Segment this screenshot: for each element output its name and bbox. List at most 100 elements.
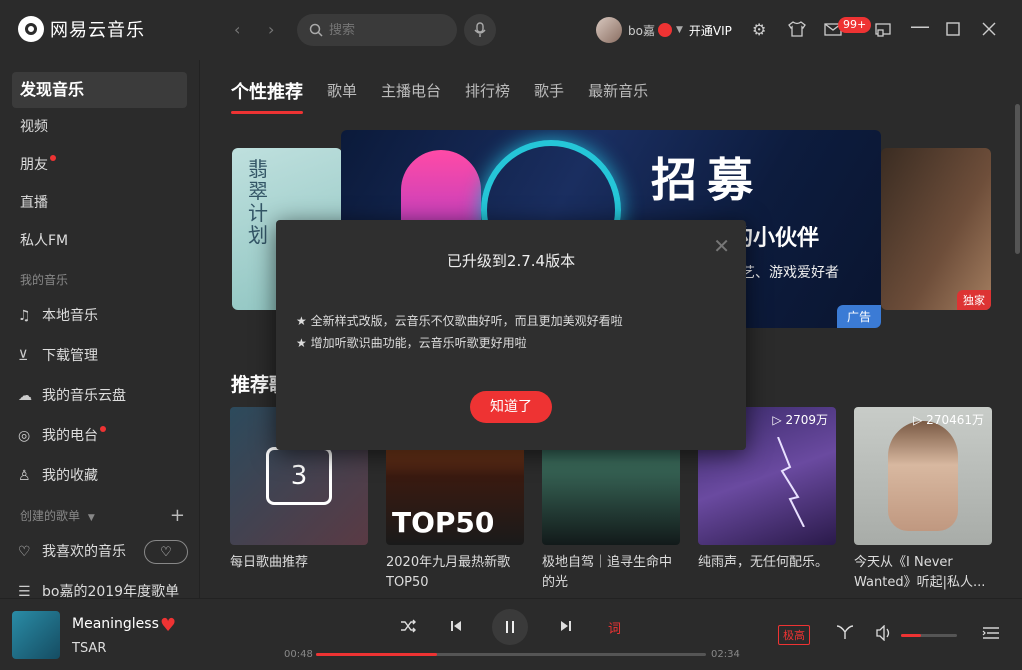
sidebar-item-downloads[interactable]: ⊻ 下载管理 xyxy=(0,336,199,376)
banner-subtitle-2: 艺、游戏爱好者 xyxy=(741,265,839,281)
sidebar-item-radio[interactable]: ◎ 我的电台 xyxy=(0,416,199,456)
minimize-icon[interactable]: — xyxy=(910,14,930,38)
playlist-icon: ☰ xyxy=(18,584,31,598)
previous-track-icon[interactable] xyxy=(450,620,462,632)
progress-bar[interactable] xyxy=(316,653,706,656)
search-input[interactable] xyxy=(329,22,439,38)
app-logo[interactable]: 网易云音乐 xyxy=(18,16,145,42)
sidebar-item-label: 本地音乐 xyxy=(42,308,98,324)
song-title[interactable]: Meaningless xyxy=(72,616,159,632)
cloud-icon: ☁ xyxy=(18,388,32,404)
app-name: 网易云音乐 xyxy=(50,20,145,41)
next-track-icon[interactable] xyxy=(560,620,572,632)
sidebar-item-live[interactable]: 直播 xyxy=(0,184,199,222)
lightning-image xyxy=(777,437,805,527)
sound-effect-icon[interactable] xyxy=(836,624,854,640)
skin-tshirt-icon[interactable] xyxy=(788,21,806,37)
main-scrollbar[interactable] xyxy=(1015,104,1020,254)
close-icon[interactable]: ✕ xyxy=(713,234,730,258)
sidebar-item-label: 视频 xyxy=(20,119,48,135)
album-thumbnail[interactable] xyxy=(12,611,60,659)
play-count: ▷ 270461万 xyxy=(913,413,984,427)
player-bar: Meaningless ♥ TSAR 词 00:48 02:34 极高 xyxy=(0,598,1022,670)
tab-new-music[interactable]: 最新音乐 xyxy=(588,80,648,104)
created-playlists-label: 创建的歌单 xyxy=(20,509,81,523)
play-pause-button[interactable] xyxy=(492,609,528,645)
tab-playlists[interactable]: 歌单 xyxy=(327,80,357,104)
vip-level-icon xyxy=(657,23,672,37)
playlist-queue-icon[interactable] xyxy=(982,626,1000,640)
sound-quality-button[interactable]: 极高 xyxy=(778,625,810,645)
tab-personal-recommend[interactable]: 个性推荐 xyxy=(231,78,303,114)
sidebar-item-liked-music[interactable]: ♡ 我喜欢的音乐 ♡ xyxy=(0,532,199,572)
total-time: 02:34 xyxy=(711,649,740,660)
got-it-button[interactable]: 知道了 xyxy=(470,391,552,423)
microphone-icon xyxy=(474,22,486,37)
heart-outline-icon: ♡ xyxy=(18,544,31,560)
exclusive-tag: 独家 xyxy=(957,290,991,310)
lyrics-toggle-icon[interactable]: 词 xyxy=(608,618,621,637)
my-music-heading: 我的音乐 xyxy=(20,273,69,287)
sidebar-item-playlist[interactable]: ☰ bo嘉的2019年度歌单 xyxy=(0,572,199,598)
update-dialog: 已升级到2.7.4版本 ✕ ★ 全新样式改版，云音乐不仅歌曲好听，而且更加美观好… xyxy=(276,220,746,450)
open-vip-link[interactable]: 开通VIP xyxy=(689,22,732,39)
dialog-title: 已升级到2.7.4版本 xyxy=(446,252,576,270)
sidebar-item-label: 我喜欢的音乐 xyxy=(42,544,126,560)
shuffle-icon[interactable] xyxy=(400,619,416,633)
play-count: ▷ 2709万 xyxy=(772,413,828,427)
playlist-title[interactable]: 2020年九月最热新歌TOP50 xyxy=(386,553,524,593)
sidebar-item-fm[interactable]: 私人FM xyxy=(0,222,199,260)
title-bar: 网易云音乐 ‹ › bo嘉 ▼ 开通VIP ⚙ 99+ — xyxy=(0,0,1022,60)
chevron-down-icon[interactable]: ▼ xyxy=(676,25,683,35)
voice-search-button[interactable] xyxy=(464,14,496,46)
user-menu[interactable]: bo嘉 ▼ 开通VIP xyxy=(596,17,732,43)
gear-icon[interactable]: ⚙ xyxy=(752,20,766,39)
current-time: 00:48 xyxy=(284,649,313,660)
music-note-icon: ♫ xyxy=(18,308,31,324)
mini-mode-icon[interactable] xyxy=(875,23,891,37)
avatar[interactable] xyxy=(596,17,622,43)
playlist-title[interactable]: 每日歌曲推荐 xyxy=(230,553,368,593)
sidebar-item-cloud[interactable]: ☁ 我的音乐云盘 xyxy=(0,376,199,416)
playlist-card[interactable]: ▷ 270461万 今天从《I Never Wanted》听起|私人... xyxy=(854,407,992,593)
sidebar-item-discover[interactable]: 发现音乐 xyxy=(12,72,187,108)
sidebar-item-label: 我的电台 xyxy=(42,428,98,444)
calendar-day: 3 xyxy=(290,461,308,491)
playlist-title[interactable]: 今天从《I Never Wanted》听起|私人... xyxy=(854,553,992,593)
user-star-icon: ♙ xyxy=(18,468,31,484)
playlist-title[interactable]: 纯雨声，无任何配乐。 xyxy=(698,553,836,593)
playlist-title[interactable]: 极地自驾｜追寻生命中的光 xyxy=(542,553,680,593)
like-heart-icon[interactable]: ♥ xyxy=(160,615,176,636)
username: bo嘉 xyxy=(628,23,655,38)
calendar-icon: 3 xyxy=(266,447,332,505)
playlist-cover[interactable]: ▷ 270461万 xyxy=(854,407,992,545)
volume-slider[interactable] xyxy=(901,634,957,637)
tab-radio[interactable]: 主播电台 xyxy=(381,80,441,104)
cover-portrait xyxy=(888,421,958,531)
back-arrow-icon[interactable]: ‹ xyxy=(234,20,240,39)
ad-tag: 广告 xyxy=(836,305,881,328)
forward-arrow-icon[interactable]: › xyxy=(268,20,274,39)
discover-tabs: 个性推荐 歌单 主播电台 排行榜 歌手 最新音乐 xyxy=(231,78,672,114)
notification-dot xyxy=(100,426,106,432)
pause-icon xyxy=(506,621,514,633)
search-box[interactable] xyxy=(297,14,457,46)
volume-fill xyxy=(901,634,921,637)
chevron-down-icon[interactable]: ▼ xyxy=(88,513,95,523)
sidebar-item-video[interactable]: 视频 xyxy=(0,108,199,146)
add-playlist-icon[interactable]: + xyxy=(170,500,185,532)
banner-right-preview[interactable]: 独家 xyxy=(881,148,991,310)
notification-dot xyxy=(50,155,56,161)
tab-charts[interactable]: 排行榜 xyxy=(465,80,510,104)
volume-icon[interactable] xyxy=(876,625,892,641)
sidebar-item-friends[interactable]: 朋友 xyxy=(0,146,199,184)
download-icon: ⊻ xyxy=(18,348,29,364)
heartbeat-mode-button[interactable]: ♡ xyxy=(144,540,188,564)
sidebar-item-favorites[interactable]: ♙ 我的收藏 xyxy=(0,456,199,496)
sidebar: 发现音乐 视频 朋友 直播 私人FM 我的音乐 ♫ 本地音乐 ⊻ 下载管理 ☁ 我的音… xyxy=(0,60,200,598)
close-icon[interactable] xyxy=(982,22,996,36)
artist-name[interactable]: TSAR xyxy=(72,641,106,656)
maximize-icon[interactable] xyxy=(946,22,960,36)
tab-artists[interactable]: 歌手 xyxy=(534,80,564,104)
sidebar-item-local-music[interactable]: ♫ 本地音乐 xyxy=(0,296,199,336)
